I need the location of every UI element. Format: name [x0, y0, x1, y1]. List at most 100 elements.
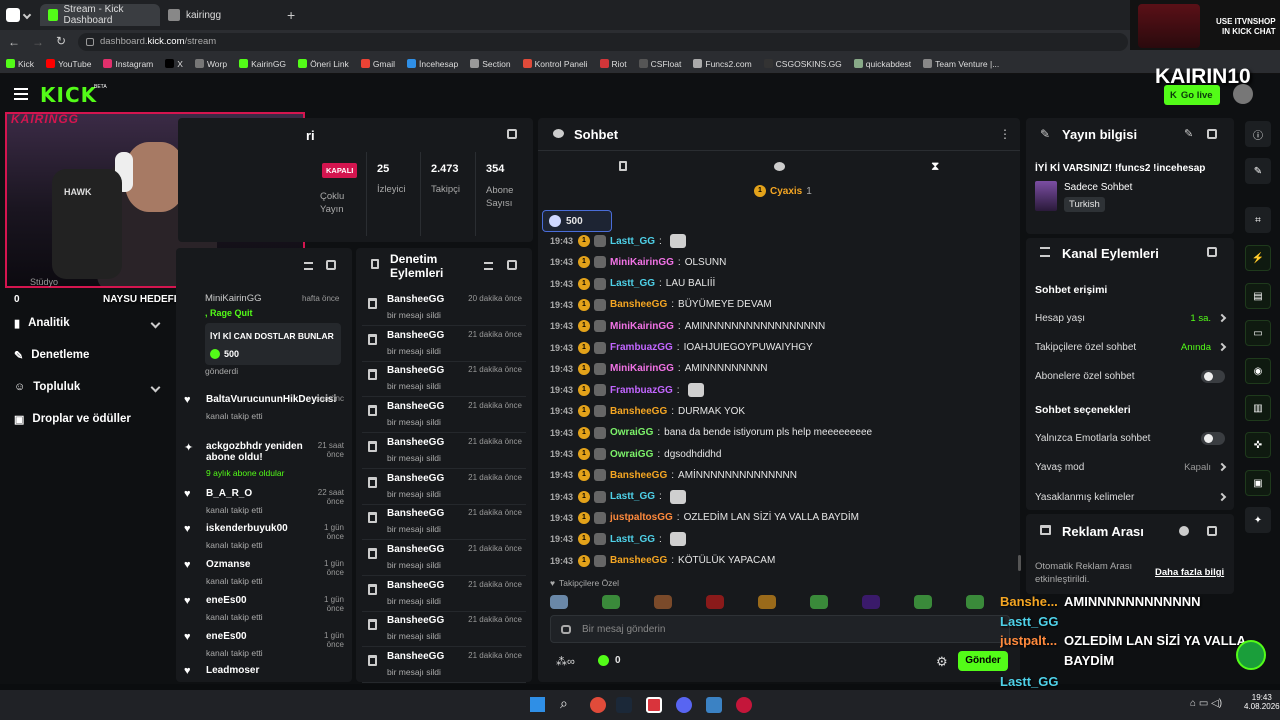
- moderator-name[interactable]: BansheeGG: [387, 401, 444, 412]
- support-chat-icon[interactable]: [1236, 640, 1266, 670]
- emote-icon[interactable]: [966, 595, 984, 609]
- windows-start-icon[interactable]: [530, 697, 545, 712]
- moderator-name[interactable]: BansheeGG: [387, 544, 444, 555]
- emote-icon[interactable]: [654, 595, 672, 609]
- app-icon[interactable]: [706, 697, 722, 713]
- tab-kairingg[interactable]: kairingg: [160, 4, 270, 26]
- chat-icon[interactable]: ▭: [1245, 320, 1271, 346]
- tools-icon[interactable]: ✜: [1245, 432, 1271, 458]
- edit-icon[interactable]: ✎: [1245, 158, 1271, 184]
- lightning-icon[interactable]: ⚡: [1245, 245, 1271, 271]
- bookmark-5[interactable]: KairinGG: [239, 59, 286, 69]
- emote-icon[interactable]: [810, 595, 828, 609]
- bookmark-7[interactable]: Gmail: [360, 59, 395, 69]
- sidebar-item-denetleme[interactable]: ✎ Denetleme: [14, 344, 159, 366]
- moderator-name[interactable]: BansheeGG: [387, 473, 444, 484]
- popout-icon[interactable]: [1207, 247, 1217, 257]
- emote-only-toggle[interactable]: [1201, 431, 1225, 445]
- forward-arrow-icon[interactable]: →: [32, 35, 44, 49]
- chrome-icon[interactable]: [590, 697, 606, 713]
- chat-username[interactable]: OwraiGG: [610, 427, 653, 438]
- popout-icon[interactable]: [1207, 526, 1217, 536]
- bookmark-13[interactable]: Funcs2.com: [693, 59, 752, 69]
- chat-username[interactable]: MiniKairinGG: [610, 363, 674, 374]
- chat-username[interactable]: justpaltosGG: [610, 512, 673, 523]
- emote-icon[interactable]: [862, 595, 880, 609]
- chat-username[interactable]: BansheeGG: [610, 470, 667, 481]
- channel-points-icon[interactable]: ⁂∞: [556, 655, 575, 668]
- layout-icon[interactable]: ▣: [1245, 470, 1271, 496]
- chat-username[interactable]: FrambuazGG: [610, 342, 673, 353]
- bookmark-3[interactable]: X: [165, 59, 183, 69]
- chat-username[interactable]: BansheeGG: [610, 555, 667, 566]
- chat-username[interactable]: OwraiGG: [610, 449, 653, 460]
- sidebar-item-droplar[interactable]: ▣ Droplar ve ödüller: [14, 408, 159, 430]
- media-icon[interactable]: [736, 697, 752, 713]
- emote-icon[interactable]: [914, 595, 932, 609]
- moderator-name[interactable]: BansheeGG: [387, 615, 444, 626]
- tab-list-chevron-icon[interactable]: [22, 10, 32, 20]
- moderator-name[interactable]: BansheeGG: [387, 651, 444, 662]
- crop-icon[interactable]: ⌗: [1245, 207, 1271, 233]
- chat-username[interactable]: BansheeGG: [610, 299, 667, 310]
- bookmark-16[interactable]: Team Venture |...: [923, 59, 999, 69]
- moderator-name[interactable]: BansheeGG: [387, 437, 444, 448]
- bookmark-2[interactable]: Instagram: [103, 59, 153, 69]
- moderator-name[interactable]: BansheeGG: [387, 508, 444, 519]
- popout-icon[interactable]: [1207, 129, 1217, 139]
- steam-icon[interactable]: [616, 697, 632, 713]
- chat-username[interactable]: Lastt_GG: [610, 278, 655, 289]
- window-icon[interactable]: ▥: [1245, 395, 1271, 421]
- moderator-name[interactable]: BansheeGG: [387, 330, 444, 341]
- moderator-name[interactable]: BansheeGG: [387, 580, 444, 591]
- chat-username[interactable]: MiniKairinGG: [610, 321, 674, 332]
- tab-kick-dashboard[interactable]: Stream - Kick Dashboard: [40, 4, 160, 26]
- followers-only-row[interactable]: Takipçilere özel sohbet Anında: [1035, 337, 1227, 357]
- bookmark-14[interactable]: CSGOSKINS.GG: [763, 59, 842, 69]
- chat-username[interactable]: Lastt_GG: [610, 491, 655, 502]
- hourglass-icon[interactable]: ⧗: [931, 159, 939, 174]
- search-icon[interactable]: ⌕: [560, 695, 568, 712]
- reload-icon[interactable]: ↻: [56, 34, 66, 48]
- bookmark-4[interactable]: Worp: [194, 59, 227, 69]
- bookmark-12[interactable]: CSFloat: [638, 59, 681, 69]
- info-icon[interactable]: [1179, 526, 1189, 536]
- site-info-icon[interactable]: [86, 38, 94, 46]
- bookmark-11[interactable]: Riot: [599, 59, 627, 69]
- hamburger-menu-icon[interactable]: [14, 88, 28, 100]
- broadcast-icon[interactable]: ◉: [1245, 358, 1271, 384]
- bookmark-9[interactable]: Section: [470, 59, 511, 69]
- sidebar-item-topluluk[interactable]: ☺ Topluluk: [14, 376, 161, 398]
- emote-icon[interactable]: [758, 595, 776, 609]
- filter-icon[interactable]: [304, 262, 313, 270]
- bookmark-8[interactable]: İncehesap: [407, 59, 458, 69]
- bookmark-10[interactable]: Kontrol Paneli: [522, 59, 588, 69]
- bookmark-6[interactable]: Öneri Link: [298, 59, 349, 69]
- chat-username[interactable]: Lastt_GG: [610, 534, 655, 545]
- emote-icon[interactable]: [602, 595, 620, 609]
- system-tray-icons[interactable]: ⌂ ▭ ◁): [1190, 698, 1222, 709]
- trash-icon[interactable]: [619, 161, 627, 171]
- clipboard-icon[interactable]: ▤: [1245, 283, 1271, 309]
- edit-pencil-icon[interactable]: ✎: [1184, 127, 1193, 140]
- vivaldi-icon[interactable]: [646, 697, 662, 713]
- browser-menu-icon[interactable]: [6, 8, 20, 22]
- popout-icon[interactable]: [507, 260, 517, 270]
- emote-icon[interactable]: [550, 595, 568, 609]
- account-age-row[interactable]: Hesap yaşı 1 sa.: [1035, 308, 1227, 328]
- popout-icon[interactable]: [326, 260, 336, 270]
- popout-icon[interactable]: [507, 129, 517, 139]
- sidebar-item-analitik[interactable]: ▮ Analitik: [14, 312, 161, 334]
- avatar[interactable]: [1233, 84, 1253, 104]
- chat-mode-icon[interactable]: [774, 162, 785, 171]
- emote-icon[interactable]: [706, 595, 724, 609]
- sparkle-icon[interactable]: ✦: [1245, 507, 1271, 533]
- bookmark-0[interactable]: Kick: [6, 59, 34, 69]
- discord-icon[interactable]: [676, 697, 692, 713]
- chat-username[interactable]: MiniKairinGG: [610, 257, 674, 268]
- slow-mode-row[interactable]: Yavaş mod Kapalı: [1035, 457, 1227, 477]
- moderator-name[interactable]: BansheeGG: [387, 294, 444, 305]
- bookmark-15[interactable]: quickabdest: [853, 59, 911, 69]
- moderator-name[interactable]: BansheeGG: [387, 365, 444, 376]
- gift-amount-pill[interactable]: 500: [542, 210, 612, 232]
